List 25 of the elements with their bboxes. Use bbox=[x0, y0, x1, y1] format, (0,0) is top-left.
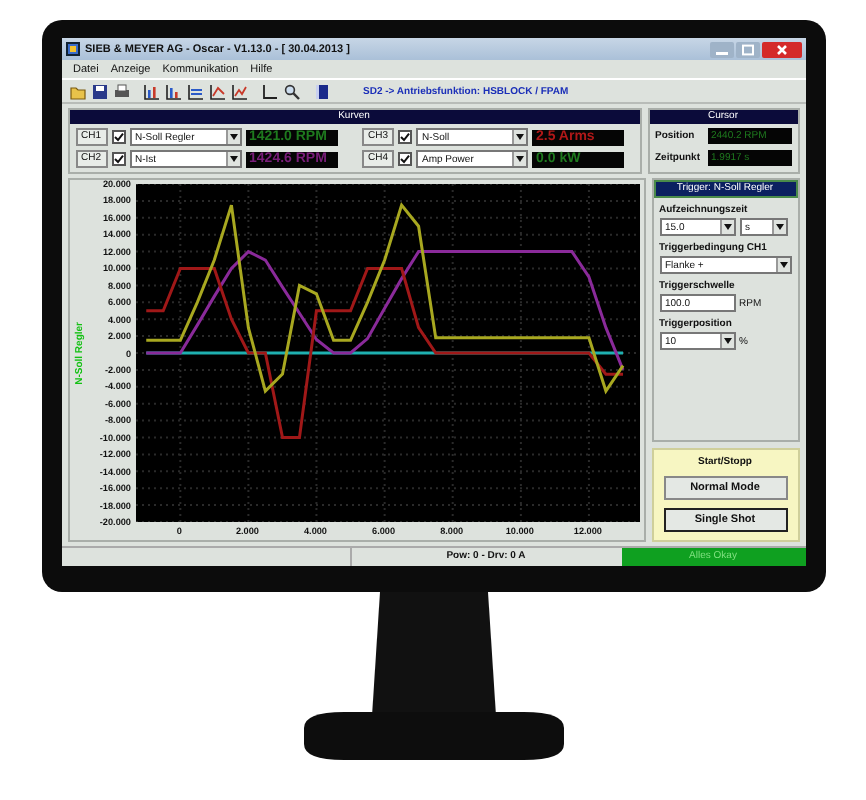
checkbox[interactable] bbox=[111, 152, 126, 166]
checkbox[interactable] bbox=[111, 130, 126, 144]
checkbox[interactable] bbox=[398, 152, 413, 166]
book-icon[interactable] bbox=[313, 83, 329, 99]
chart-icon[interactable] bbox=[187, 83, 203, 99]
caret-icon[interactable] bbox=[723, 224, 731, 230]
close-icon[interactable] bbox=[761, 41, 801, 57]
printer-icon[interactable] bbox=[113, 83, 129, 99]
caret-icon[interactable] bbox=[775, 224, 783, 230]
axes-icon[interactable] bbox=[261, 83, 277, 99]
caret-icon[interactable] bbox=[723, 338, 731, 344]
chart-icon[interactable] bbox=[231, 83, 247, 99]
caret-icon[interactable] bbox=[516, 134, 525, 140]
app-icon[interactable] bbox=[65, 42, 79, 56]
checkbox[interactable] bbox=[398, 130, 413, 144]
folder-icon[interactable] bbox=[69, 83, 85, 99]
chart-icon[interactable] bbox=[209, 83, 225, 99]
caret-icon[interactable] bbox=[229, 134, 238, 140]
save-icon[interactable] bbox=[91, 83, 107, 99]
caret-icon[interactable] bbox=[779, 262, 787, 268]
search-icon[interactable] bbox=[283, 83, 299, 99]
caret-icon[interactable] bbox=[229, 156, 238, 162]
chart-icon[interactable] bbox=[143, 83, 159, 99]
chart-icon[interactable] bbox=[165, 83, 181, 99]
caret-icon[interactable] bbox=[516, 156, 525, 162]
